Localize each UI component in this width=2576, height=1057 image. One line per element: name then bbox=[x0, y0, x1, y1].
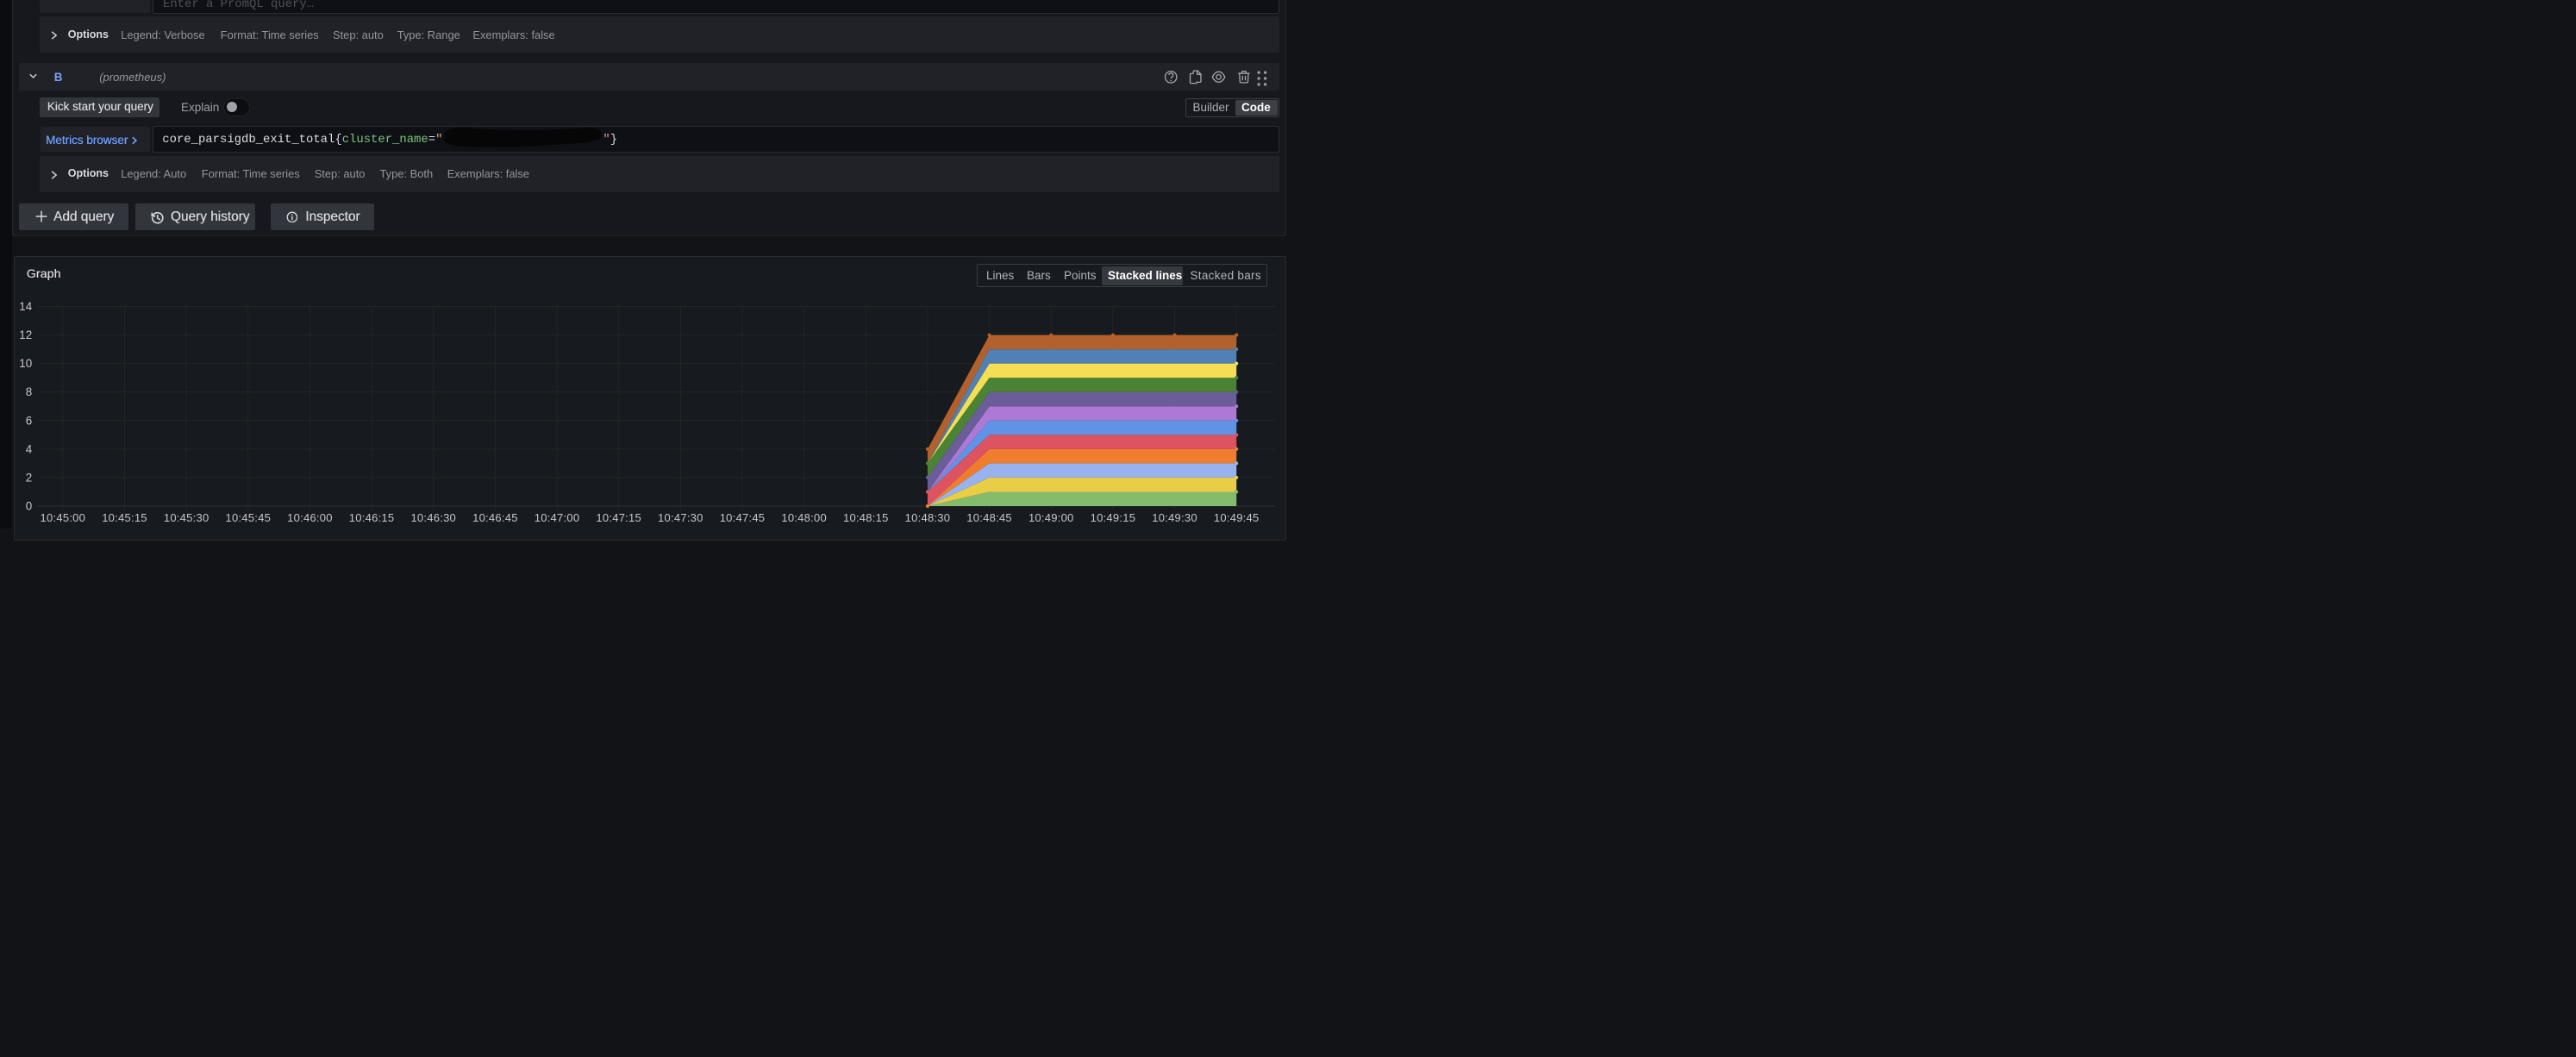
svg-text:8: 8 bbox=[26, 385, 32, 398]
svg-text:6: 6 bbox=[26, 414, 32, 427]
svg-text:10:49:00: 10:49:00 bbox=[1029, 511, 1074, 524]
svg-text:10:46:45: 10:46:45 bbox=[472, 511, 518, 524]
svg-text:10:46:30: 10:46:30 bbox=[410, 511, 456, 524]
svg-text:10:45:00: 10:45:00 bbox=[41, 511, 86, 524]
svg-text:12: 12 bbox=[19, 328, 32, 341]
svg-text:10:48:15: 10:48:15 bbox=[843, 511, 889, 524]
svg-text:10:47:30: 10:47:30 bbox=[658, 511, 703, 524]
svg-text:10:45:45: 10:45:45 bbox=[225, 511, 271, 524]
svg-text:10:49:30: 10:49:30 bbox=[1152, 511, 1197, 524]
svg-text:10:47:15: 10:47:15 bbox=[596, 511, 641, 524]
svg-text:2: 2 bbox=[26, 471, 32, 484]
svg-text:14: 14 bbox=[19, 300, 32, 313]
svg-text:10:49:15: 10:49:15 bbox=[1091, 511, 1136, 524]
svg-text:10:49:45: 10:49:45 bbox=[1214, 511, 1260, 524]
svg-text:10:45:30: 10:45:30 bbox=[164, 511, 209, 524]
svg-text:0: 0 bbox=[26, 500, 32, 513]
svg-text:10:48:45: 10:48:45 bbox=[966, 511, 1012, 524]
svg-text:4: 4 bbox=[26, 442, 33, 455]
svg-text:10:47:00: 10:47:00 bbox=[535, 511, 580, 524]
svg-text:10:48:30: 10:48:30 bbox=[905, 511, 951, 524]
svg-text:10:46:15: 10:46:15 bbox=[349, 511, 395, 524]
svg-text:10:47:45: 10:47:45 bbox=[720, 511, 766, 524]
svg-text:10: 10 bbox=[19, 357, 32, 370]
svg-text:10:48:00: 10:48:00 bbox=[781, 511, 827, 524]
svg-text:10:45:15: 10:45:15 bbox=[102, 511, 147, 524]
svg-text:10:46:00: 10:46:00 bbox=[287, 511, 333, 524]
